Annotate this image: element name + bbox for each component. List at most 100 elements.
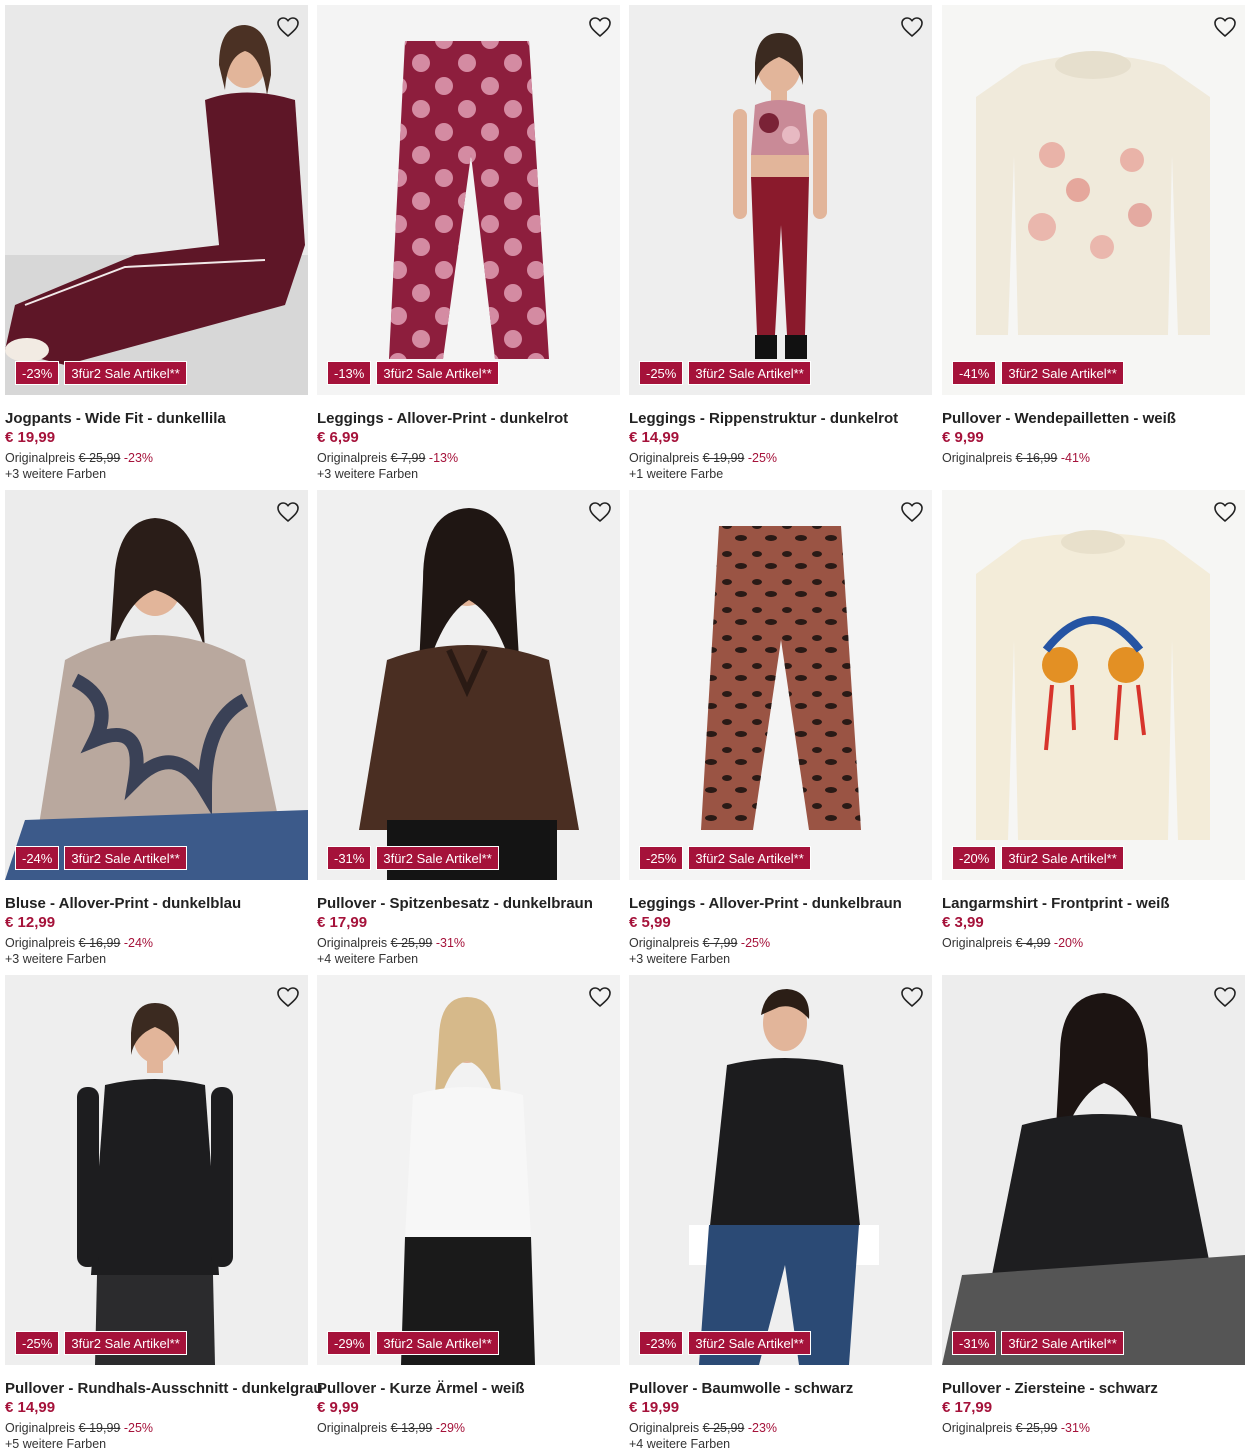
more-colors-link[interactable]: +3 weitere Farben	[629, 951, 932, 967]
more-colors-link[interactable]: +1 weitere Farbe	[629, 466, 932, 482]
wishlist-heart-icon[interactable]	[588, 15, 612, 39]
discount-badge: -25%	[15, 1331, 60, 1355]
product-card[interactable]: -25% 3für2 Sale Artikel** Leggings - All…	[629, 490, 932, 967]
original-price-label: Originalpreis	[629, 936, 700, 950]
product-title[interactable]: Langarmshirt - Frontprint - weiß	[942, 895, 1245, 913]
discount-percent: -23%	[123, 451, 154, 465]
original-price: € 13,99	[390, 1421, 433, 1435]
original-price: € 19,99	[702, 451, 745, 465]
original-price-label: Originalpreis	[317, 936, 388, 950]
product-title[interactable]: Pullover - Rundhals-Ausschnitt - dunkelg…	[5, 1380, 323, 1398]
product-image[interactable]: -29% 3für2 Sale Artikel**	[317, 975, 620, 1365]
wishlist-heart-icon[interactable]	[276, 15, 300, 39]
product-image[interactable]: -25% 3für2 Sale Artikel**	[5, 975, 308, 1365]
product-title[interactable]: Pullover - Baumwolle - schwarz	[629, 1380, 932, 1398]
badge-row: -25% 3für2 Sale Artikel**	[639, 846, 811, 870]
product-image[interactable]: -31% 3für2 Sale Artikel**	[942, 975, 1245, 1365]
product-image[interactable]: -41% 3für2 Sale Artikel**	[942, 5, 1245, 395]
product-card[interactable]: -20% 3für2 Sale Artikel** Langarmshirt -…	[942, 490, 1245, 951]
product-price: € 17,99	[317, 914, 368, 931]
original-price: € 7,99	[390, 451, 426, 465]
promo-badge: 3für2 Sale Artikel**	[1001, 361, 1124, 385]
wishlist-heart-icon[interactable]	[588, 985, 612, 1009]
product-title[interactable]: Jogpants - Wide Fit - dunkellila	[5, 410, 308, 428]
wishlist-heart-icon[interactable]	[1213, 500, 1237, 524]
product-image[interactable]: -20% 3für2 Sale Artikel**	[942, 490, 1245, 880]
more-colors-link[interactable]: +3 weitere Farben	[5, 951, 308, 967]
original-price-line: Originalpreis € 25,99 -31%	[317, 936, 620, 951]
product-image[interactable]: -31% 3für2 Sale Artikel**	[317, 490, 620, 880]
product-photo	[5, 5, 308, 395]
product-card[interactable]: -13% 3für2 Sale Artikel** Leggings - All…	[317, 5, 620, 482]
product-photo	[942, 975, 1245, 1365]
product-image[interactable]: -25% 3für2 Sale Artikel**	[629, 490, 932, 880]
original-price: € 7,99	[702, 936, 738, 950]
discount-badge: -41%	[952, 361, 997, 385]
discount-badge: -25%	[639, 846, 684, 870]
more-colors-link[interactable]: +4 weitere Farben	[317, 951, 620, 967]
wishlist-heart-icon[interactable]	[276, 500, 300, 524]
product-price: € 17,99	[942, 1399, 993, 1416]
product-photo	[629, 975, 932, 1365]
promo-badge: 3für2 Sale Artikel**	[688, 1331, 811, 1355]
wishlist-heart-icon[interactable]	[1213, 985, 1237, 1009]
wishlist-heart-icon[interactable]	[900, 15, 924, 39]
product-card[interactable]: -24% 3für2 Sale Artikel** Bluse - Allove…	[5, 490, 308, 967]
original-price-line: Originalpreis € 25,99 -31%	[942, 1421, 1245, 1436]
original-price-label: Originalpreis	[942, 1421, 1013, 1435]
product-title[interactable]: Leggings - Allover-Print - dunkelbraun	[629, 895, 932, 913]
original-price-line: Originalpreis € 19,99 -25%	[629, 451, 932, 466]
product-card[interactable]: -25% 3für2 Sale Artikel** Pullover - Run…	[5, 975, 323, 1452]
wishlist-heart-icon[interactable]	[1213, 15, 1237, 39]
badge-row: -20% 3für2 Sale Artikel**	[952, 846, 1124, 870]
discount-percent: -25%	[123, 1421, 154, 1435]
original-price-line: Originalpreis € 25,99 -23%	[5, 451, 308, 466]
more-colors-link[interactable]: +5 weitere Farben	[5, 1436, 308, 1452]
product-photo	[317, 975, 620, 1365]
original-price: € 25,99	[390, 936, 433, 950]
product-title[interactable]: Bluse - Allover-Print - dunkelblau	[5, 895, 308, 913]
product-title[interactable]: Pullover - Wendepailletten - weiß	[942, 410, 1245, 428]
product-title[interactable]: Pullover - Kurze Ärmel - weiß	[317, 1380, 620, 1398]
original-price: € 25,99	[78, 451, 121, 465]
more-colors-link[interactable]: +3 weitere Farben	[317, 466, 620, 482]
product-card[interactable]: -23% 3für2 Sale Artikel** Jogpants - Wid…	[5, 5, 308, 482]
more-colors-link[interactable]: +3 weitere Farben	[5, 466, 308, 482]
product-image[interactable]: -25% 3für2 Sale Artikel**	[629, 5, 932, 395]
product-title[interactable]: Pullover - Spitzenbesatz - dunkelbraun	[317, 895, 620, 913]
product-card[interactable]: -31% 3für2 Sale Artikel** Pullover - Spi…	[317, 490, 620, 967]
product-card[interactable]: -31% 3für2 Sale Artikel** Pullover - Zie…	[942, 975, 1245, 1436]
product-photo	[629, 490, 932, 880]
discount-percent: -13%	[428, 451, 459, 465]
original-price-label: Originalpreis	[5, 451, 76, 465]
product-title[interactable]: Leggings - Rippenstruktur - dunkelrot	[629, 410, 932, 428]
product-title[interactable]: Pullover - Ziersteine - schwarz	[942, 1380, 1245, 1398]
product-price: € 14,99	[5, 1399, 56, 1416]
product-price: € 19,99	[629, 1399, 680, 1416]
discount-percent: -25%	[740, 936, 771, 950]
promo-badge: 3für2 Sale Artikel**	[1001, 1331, 1124, 1355]
product-price: € 9,99	[317, 1399, 359, 1416]
wishlist-heart-icon[interactable]	[900, 500, 924, 524]
product-card[interactable]: -41% 3für2 Sale Artikel** Pullover - Wen…	[942, 5, 1245, 466]
original-price: € 4,99	[1015, 936, 1051, 950]
badge-row: -31% 3für2 Sale Artikel**	[952, 1331, 1124, 1355]
more-colors-link[interactable]: +4 weitere Farben	[629, 1436, 932, 1452]
product-price: € 19,99	[5, 429, 56, 446]
product-image[interactable]: -13% 3für2 Sale Artikel**	[317, 5, 620, 395]
product-card[interactable]: -25% 3für2 Sale Artikel** Leggings - Rip…	[629, 5, 932, 482]
product-price: € 6,99	[317, 429, 359, 446]
promo-badge: 3für2 Sale Artikel**	[1001, 846, 1124, 870]
wishlist-heart-icon[interactable]	[588, 500, 612, 524]
original-price-line: Originalpreis € 16,99 -41%	[942, 451, 1245, 466]
product-title[interactable]: Leggings - Allover-Print - dunkelrot	[317, 410, 620, 428]
product-card[interactable]: -29% 3für2 Sale Artikel** Pullover - Kur…	[317, 975, 620, 1436]
product-card[interactable]: -23% 3für2 Sale Artikel** Pullover - Bau…	[629, 975, 932, 1452]
wishlist-heart-icon[interactable]	[900, 985, 924, 1009]
product-image[interactable]: -23% 3für2 Sale Artikel**	[5, 5, 308, 395]
badge-row: -41% 3für2 Sale Artikel**	[952, 361, 1124, 385]
product-image[interactable]: -23% 3für2 Sale Artikel**	[629, 975, 932, 1365]
product-image[interactable]: -24% 3für2 Sale Artikel**	[5, 490, 308, 880]
wishlist-heart-icon[interactable]	[276, 985, 300, 1009]
discount-percent: -41%	[1060, 451, 1091, 465]
